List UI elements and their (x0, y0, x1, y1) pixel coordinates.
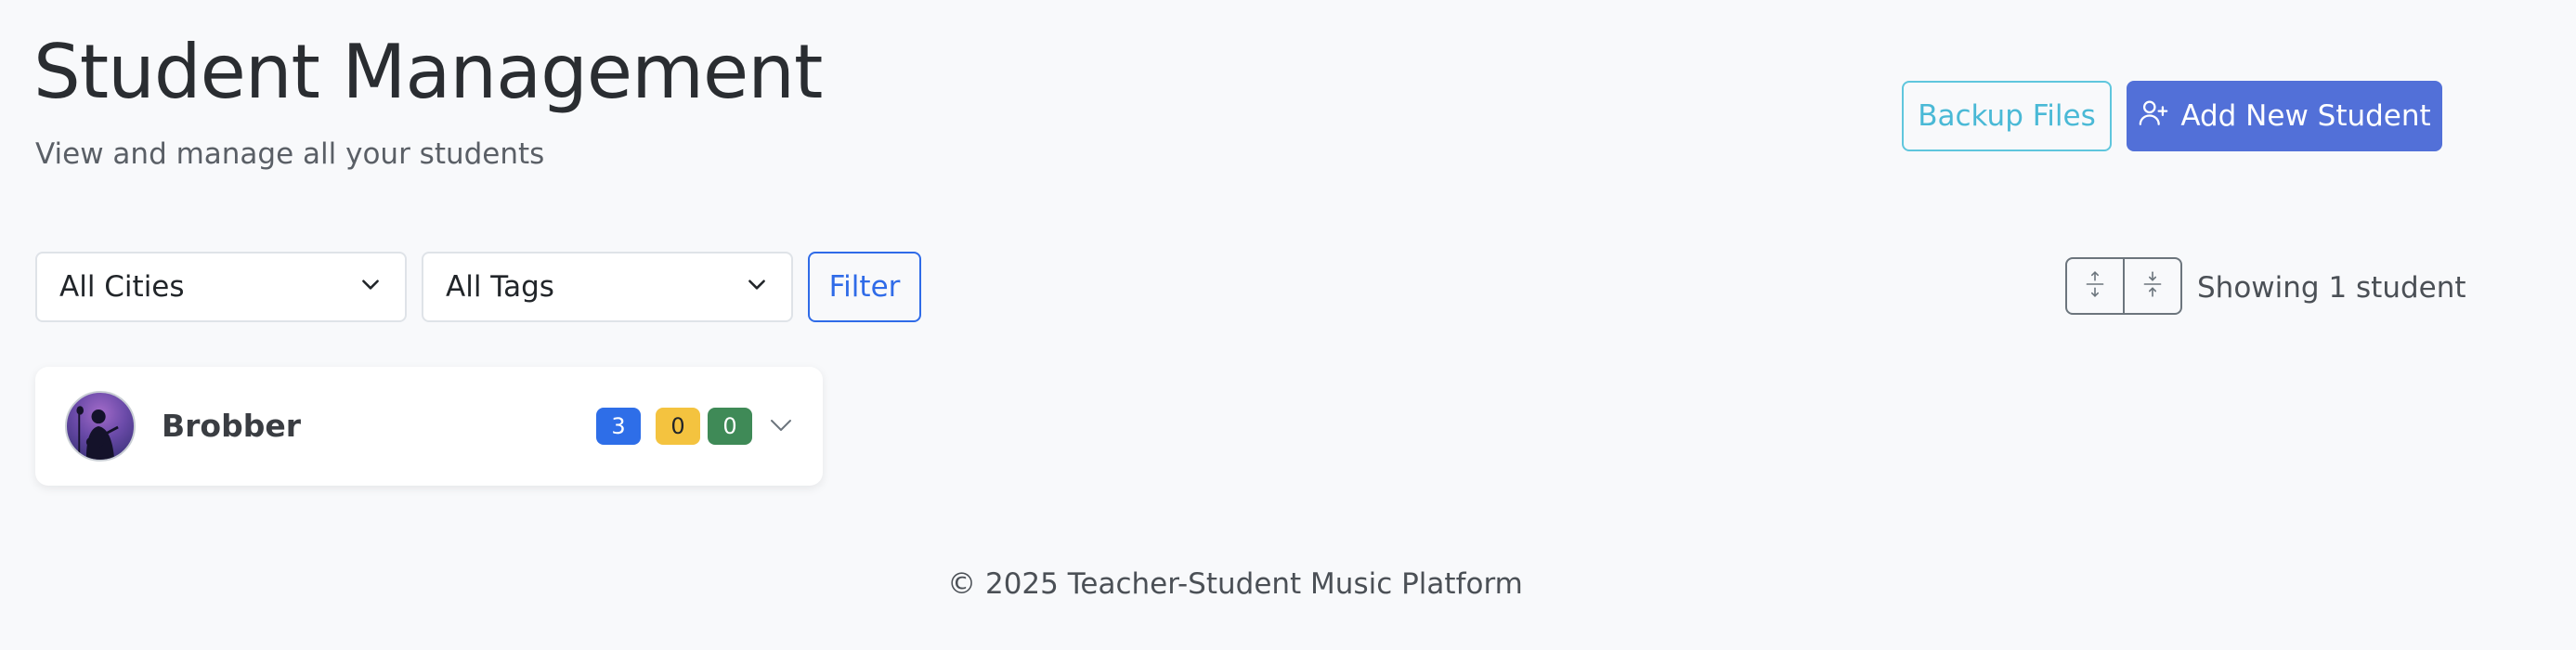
showing-count: Showing 1 student (2197, 271, 2466, 305)
add-new-student-label: Add New Student (2180, 99, 2431, 133)
view-toggle-group (2065, 257, 2182, 315)
filter-button[interactable]: Filter (808, 252, 921, 322)
student-card[interactable]: Brobber 3 0 0 (35, 367, 823, 486)
footer-copyright: © 2025 Teacher-Student Music Platform (947, 567, 1523, 601)
expand-all-button[interactable] (2067, 259, 2123, 313)
city-select[interactable]: All Cities (35, 252, 407, 322)
student-name: Brobber (162, 408, 301, 444)
tags-select-value: All Tags (446, 270, 554, 304)
backup-files-button[interactable]: Backup Files (1902, 81, 2112, 151)
expand-all-icon (2083, 270, 2107, 302)
chevron-down-icon[interactable] (767, 411, 795, 439)
count-badge-green: 0 (708, 408, 752, 445)
city-select-value: All Cities (59, 270, 185, 304)
collapse-all-button[interactable] (2123, 259, 2180, 313)
page-subtitle: View and manage all your students (35, 137, 545, 171)
collapse-all-icon (2140, 270, 2165, 302)
chevron-down-icon (358, 270, 383, 304)
tags-select[interactable]: All Tags (422, 252, 793, 322)
add-new-student-button[interactable]: Add New Student (2127, 81, 2442, 151)
user-plus-icon (2138, 97, 2169, 136)
page-title: Student Management (33, 29, 823, 115)
avatar (65, 391, 136, 462)
chevron-down-icon (745, 270, 769, 304)
count-badge-yellow: 0 (656, 408, 700, 445)
count-badge-blue: 3 (596, 408, 641, 445)
